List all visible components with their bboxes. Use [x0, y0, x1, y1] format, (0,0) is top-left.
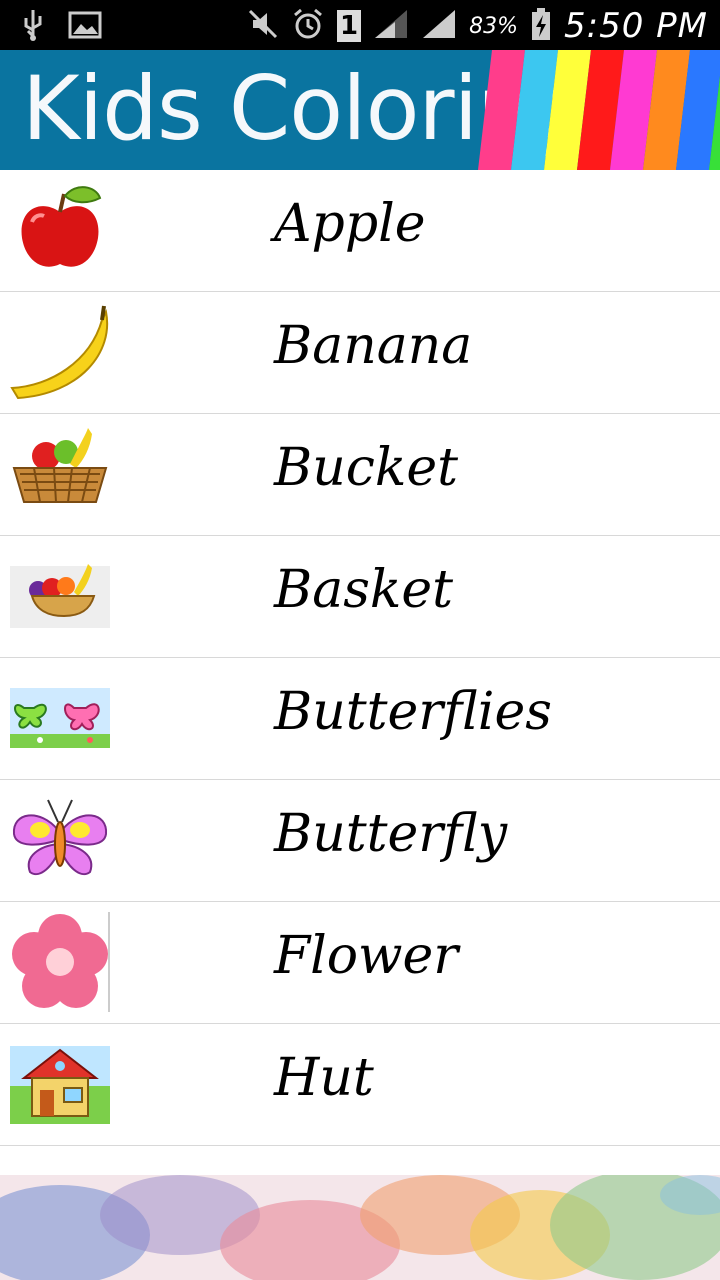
- usb-icon: [20, 8, 46, 46]
- sim-icon: 1: [337, 10, 362, 42]
- butterfly-icon: [10, 790, 110, 890]
- signal-icon: [421, 8, 457, 44]
- item-label: Bucket: [274, 438, 459, 498]
- apple-icon: [10, 180, 110, 280]
- list-item-flower[interactable]: Flower: [0, 902, 720, 1024]
- item-label: Flower: [274, 926, 459, 986]
- fruit-basket-icon: [10, 546, 110, 646]
- alarm-icon: [291, 7, 325, 45]
- list-item-basket[interactable]: Basket: [0, 536, 720, 658]
- banana-icon: [10, 302, 110, 402]
- list-item-apple[interactable]: Apple: [0, 170, 720, 292]
- item-label: Banana: [274, 316, 473, 376]
- hut-icon: [10, 1034, 110, 1134]
- item-label: Apple: [274, 194, 426, 254]
- butterflies-icon: [10, 668, 110, 768]
- rainbow-stripes: [478, 50, 720, 170]
- list-item-butterflies[interactable]: Butterflies: [0, 658, 720, 780]
- list-item-banana[interactable]: Banana: [0, 292, 720, 414]
- status-bar: 1 83% 5:50 PM: [0, 0, 720, 50]
- clock: 5:50 PM: [564, 6, 708, 46]
- battery-percent: 83%: [469, 13, 518, 39]
- battery-charging-icon: [530, 7, 552, 45]
- list-item-hut[interactable]: Hut: [0, 1024, 720, 1146]
- fruit-bucket-icon: [10, 424, 110, 524]
- image-icon: [68, 10, 102, 44]
- paint-splash-banner: [0, 1175, 720, 1280]
- list-item-bucket[interactable]: Bucket: [0, 414, 720, 536]
- signal-icon: [373, 8, 409, 44]
- app-header: Kids Coloring: [0, 50, 720, 170]
- mute-icon: [247, 8, 279, 44]
- flower-icon: [10, 912, 110, 1012]
- item-label: Basket: [274, 560, 454, 620]
- item-label: Butterflies: [274, 682, 552, 742]
- list-item-butterfly[interactable]: Butterfly: [0, 780, 720, 902]
- item-label: Butterfly: [274, 804, 508, 864]
- item-label: Hut: [274, 1048, 374, 1108]
- coloring-list: Apple Banana Bucket Basket Butterflies B…: [0, 170, 720, 1146]
